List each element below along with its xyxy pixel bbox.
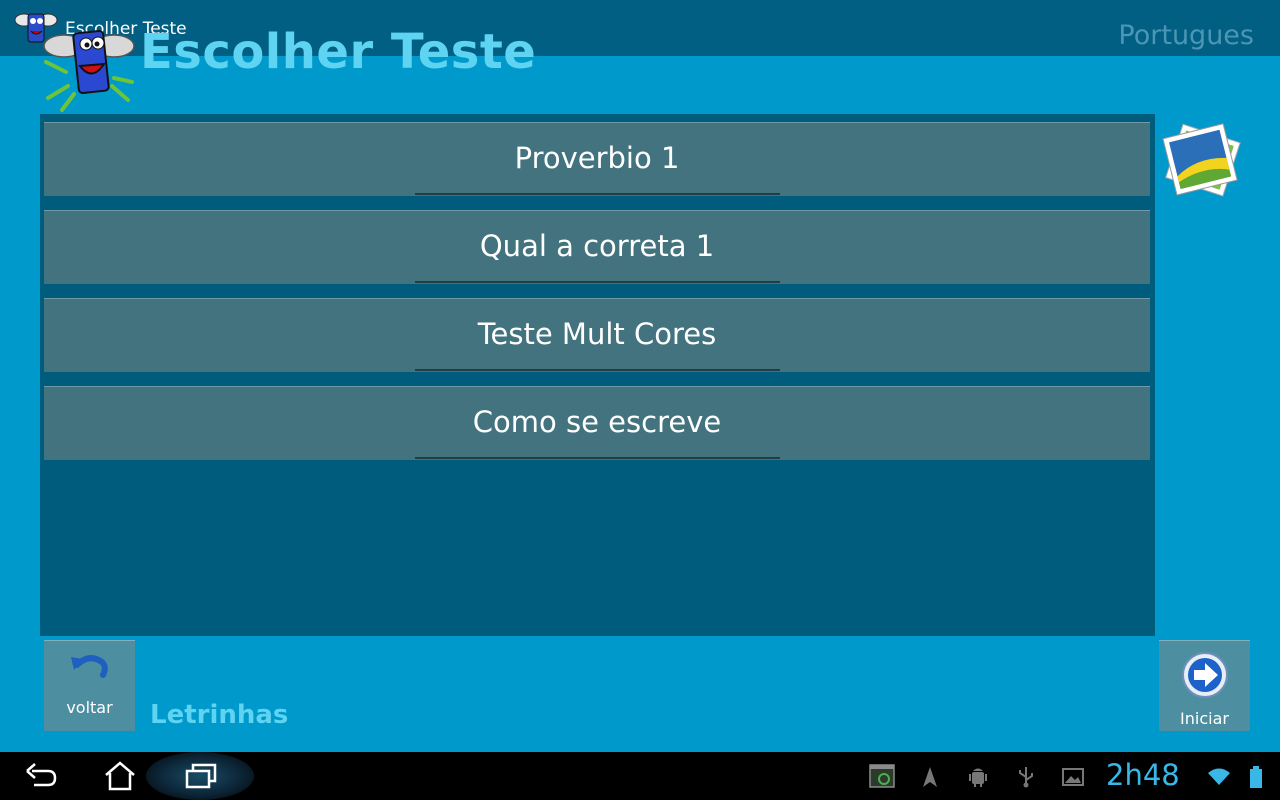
undo-arrow-icon — [71, 655, 108, 678]
app-name-label: Letrinhas — [150, 700, 289, 730]
photos-icon[interactable] — [1158, 118, 1246, 208]
back-icon[interactable] — [24, 761, 58, 791]
gallery-icon — [1062, 768, 1084, 786]
battery-icon — [1250, 766, 1262, 788]
item-divider — [415, 457, 780, 459]
language-selector[interactable]: Portugues — [1118, 20, 1254, 51]
system-nav-bar: 2h48 — [0, 752, 1280, 800]
test-list: Proverbio 1 Qual a correta 1 Teste Mult … — [40, 114, 1155, 636]
back-button-label: voltar — [66, 698, 113, 717]
wifi-icon — [1208, 768, 1230, 785]
home-icon[interactable] — [103, 761, 137, 791]
test-item-label: Proverbio 1 — [514, 140, 680, 175]
page-title: Escolher Teste — [140, 24, 537, 80]
item-divider — [415, 281, 780, 283]
screenshot-icon[interactable] — [868, 762, 896, 790]
clock[interactable]: 2h48 — [1106, 758, 1180, 792]
mascot-logo-icon — [43, 29, 135, 112]
recent-apps-icon[interactable] — [184, 761, 218, 791]
location-icon — [923, 767, 937, 787]
test-item-label: Como se escreve — [472, 404, 722, 439]
test-item-teste-mult-cores[interactable]: Teste Mult Cores — [44, 298, 1150, 372]
item-divider — [415, 369, 780, 371]
test-item-label: Teste Mult Cores — [477, 316, 717, 351]
android-debug-icon — [969, 768, 987, 787]
start-button-label: Iniciar — [1180, 709, 1229, 728]
start-button[interactable]: Iniciar — [1159, 640, 1250, 731]
test-item-proverbio-1[interactable]: Proverbio 1 — [44, 122, 1150, 196]
usb-icon — [1019, 767, 1033, 788]
test-item-qual-a-correta-1[interactable]: Qual a correta 1 — [44, 210, 1150, 284]
item-divider — [415, 193, 780, 195]
test-item-como-se-escreve[interactable]: Como se escreve — [44, 386, 1150, 460]
arrow-right-circle-icon — [1182, 652, 1228, 698]
back-button[interactable]: voltar — [44, 640, 135, 731]
test-item-label: Qual a correta 1 — [479, 228, 715, 263]
